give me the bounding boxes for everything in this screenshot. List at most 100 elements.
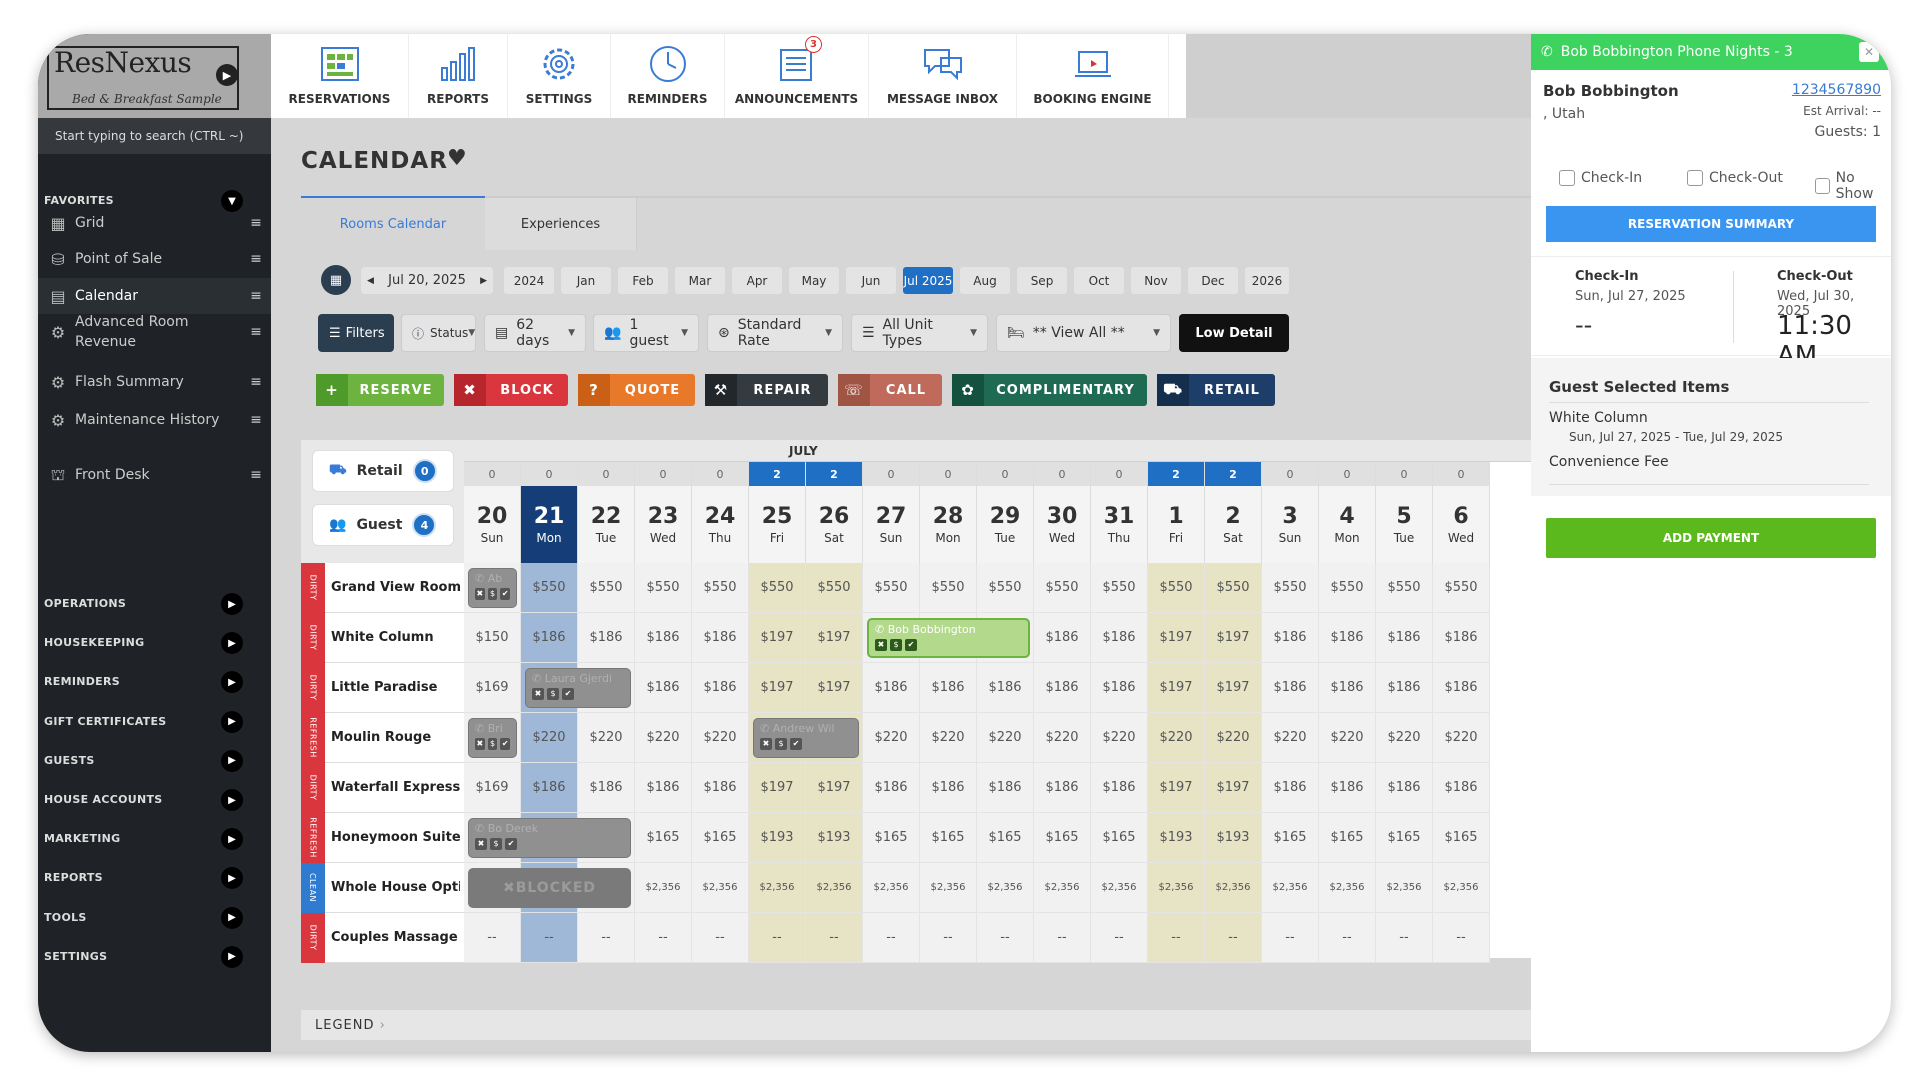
block-button[interactable]: ✖ BLOCK <box>454 374 568 406</box>
rate-cell[interactable]: $186 <box>1034 663 1091 713</box>
month-button-mar[interactable]: Mar <box>675 267 725 294</box>
rate-cell[interactable]: $550 <box>920 563 977 613</box>
rate-cell[interactable]: $186 <box>578 763 635 813</box>
rate-cell[interactable]: -- <box>1433 913 1490 963</box>
rate-cell[interactable]: $550 <box>1205 563 1262 613</box>
day-header[interactable]: 31 Thu <box>1091 486 1148 563</box>
filters-button[interactable]: ☰ Filters <box>318 314 394 352</box>
rate-cell[interactable]: $165 <box>1376 813 1433 863</box>
reservation-block[interactable]: ✆ Andrew Wil ✖ $ ✔ <box>753 718 859 758</box>
room-row-label[interactable]: DIRTY Little Paradise <box>301 662 464 713</box>
rate-cell[interactable]: $186 <box>1376 613 1433 663</box>
room-row-label[interactable]: DIRTY Waterfall Express <box>301 762 464 813</box>
rate-cell[interactable]: $186 <box>1376 763 1433 813</box>
rate-cell[interactable]: -- <box>521 913 578 963</box>
rate-cell[interactable]: $2,356 <box>1205 863 1262 913</box>
nav-message-inbox[interactable]: MESSAGE INBOX <box>869 34 1017 118</box>
chevron-right-icon[interactable]: ▶ <box>221 867 243 890</box>
rate-cell[interactable]: $193 <box>749 813 806 863</box>
month-button-aug[interactable]: Aug <box>960 267 1010 294</box>
rate-cell[interactable]: $197 <box>1148 763 1205 813</box>
rate-cell[interactable]: $550 <box>1433 563 1490 613</box>
rate-cell[interactable]: $186 <box>977 763 1034 813</box>
rate-cell[interactable]: $186 <box>1091 613 1148 663</box>
rate-cell[interactable]: $165 <box>1433 813 1490 863</box>
month-button-2026[interactable]: 2026 <box>1245 267 1289 294</box>
search-input[interactable]: Start typing to search (CTRL ~) <box>38 118 271 154</box>
add-payment-button[interactable]: ADD PAYMENT <box>1546 518 1876 558</box>
rate-cell[interactable]: $186 <box>1262 613 1319 663</box>
rate-cell[interactable]: $186 <box>1262 663 1319 713</box>
rate-cell[interactable]: $2,356 <box>692 863 749 913</box>
retail-button[interactable]: ⛟ RETAIL <box>1157 374 1275 406</box>
day-header[interactable]: 28 Mon <box>920 486 977 563</box>
rate-cell[interactable]: $165 <box>920 813 977 863</box>
rate-cell[interactable]: $2,356 <box>977 863 1034 913</box>
rate-cell[interactable]: $220 <box>1205 713 1262 763</box>
rate-cell[interactable]: -- <box>578 913 635 963</box>
rate-cell[interactable]: $197 <box>1148 663 1205 713</box>
rate-cell[interactable]: -- <box>920 913 977 963</box>
rate-cell[interactable]: $165 <box>1091 813 1148 863</box>
no-show-checkbox[interactable]: No Show <box>1815 170 1891 202</box>
room-row-label[interactable]: DIRTY Grand View Room <box>301 562 464 613</box>
chevron-right-icon[interactable]: ▶ <box>221 945 243 968</box>
room-row-label[interactable]: DIRTY Couples Massage <box>301 912 464 963</box>
rate-cell[interactable]: -- <box>806 913 863 963</box>
rate-cell[interactable]: $186 <box>1034 613 1091 663</box>
rate-cell[interactable]: $186 <box>1433 663 1490 713</box>
sidebar-item-grid[interactable]: ▦ Grid ≡ <box>38 205 271 241</box>
rate-cell[interactable]: $197 <box>806 763 863 813</box>
rate-cell[interactable]: $2,356 <box>1148 863 1205 913</box>
rate-cell[interactable]: $186 <box>863 663 920 713</box>
rate-cell[interactable]: -- <box>863 913 920 963</box>
rate-cell[interactable]: -- <box>1034 913 1091 963</box>
month-button-apr[interactable]: Apr <box>732 267 782 294</box>
rate-cell[interactable]: $165 <box>1034 813 1091 863</box>
rate-cell[interactable]: $2,356 <box>1433 863 1490 913</box>
rate-cell[interactable]: -- <box>749 913 806 963</box>
rate-cell[interactable]: $220 <box>977 713 1034 763</box>
day-header[interactable]: 22 Tue <box>578 486 635 563</box>
rate-cell[interactable]: $186 <box>635 763 692 813</box>
rate-cell[interactable]: $165 <box>1319 813 1376 863</box>
rate-cell[interactable]: $550 <box>1091 563 1148 613</box>
rate-cell[interactable]: $220 <box>1262 713 1319 763</box>
rate-cell[interactable]: $2,356 <box>1262 863 1319 913</box>
rate-dropdown[interactable]: ⊛ Standard Rate ▼ <box>707 314 843 352</box>
reservation-summary-button[interactable]: RESERVATION SUMMARY <box>1546 206 1876 242</box>
hamburger-icon[interactable]: ≡ <box>241 412 271 428</box>
rate-cell[interactable]: -- <box>692 913 749 963</box>
sidebar-item-maintenance-history[interactable]: ⚙ Maintenance History ≡ <box>38 398 271 442</box>
month-button-jun[interactable]: Jun <box>846 267 896 294</box>
rate-cell[interactable]: $186 <box>692 613 749 663</box>
month-button-2024[interactable]: 2024 <box>504 267 554 294</box>
day-header[interactable]: 25 Fri <box>749 486 806 563</box>
calendar-icon[interactable]: ▦ <box>321 265 351 295</box>
rate-cell[interactable]: $186 <box>692 663 749 713</box>
day-header[interactable]: 20 Sun <box>464 486 521 563</box>
rate-cell[interactable]: $186 <box>1034 763 1091 813</box>
rate-cell[interactable]: $2,356 <box>863 863 920 913</box>
month-button-jan[interactable]: Jan <box>561 267 611 294</box>
rate-cell[interactable]: -- <box>464 913 521 963</box>
rate-cell[interactable]: $2,356 <box>806 863 863 913</box>
day-header[interactable]: 26 Sat <box>806 486 863 563</box>
guest-phone-link[interactable]: 1234567890 <box>1792 82 1881 98</box>
rate-cell[interactable]: $550 <box>1262 563 1319 613</box>
chevron-right-icon[interactable]: ▶ <box>221 906 243 929</box>
rate-cell[interactable]: $550 <box>749 563 806 613</box>
day-header[interactable]: 1 Fri <box>1148 486 1205 563</box>
rate-cell[interactable]: $186 <box>920 663 977 713</box>
rate-cell[interactable]: -- <box>1262 913 1319 963</box>
rate-cell[interactable]: $220 <box>1376 713 1433 763</box>
rate-cell[interactable]: $197 <box>749 763 806 813</box>
next-arrow-icon[interactable]: ▶ <box>480 276 487 286</box>
guest-button[interactable]: 👥 Guest 4 <box>312 504 454 546</box>
rate-cell[interactable]: $220 <box>1433 713 1490 763</box>
room-row-label[interactable]: REFRESH Moulin Rouge <box>301 712 464 763</box>
sidebar-section-settings[interactable]: SETTINGS <box>44 950 107 963</box>
rate-cell[interactable]: $2,356 <box>1319 863 1376 913</box>
chevron-right-icon[interactable]: ▶ <box>221 593 243 615</box>
nav-reservations[interactable]: RESERVATIONS <box>271 34 409 118</box>
